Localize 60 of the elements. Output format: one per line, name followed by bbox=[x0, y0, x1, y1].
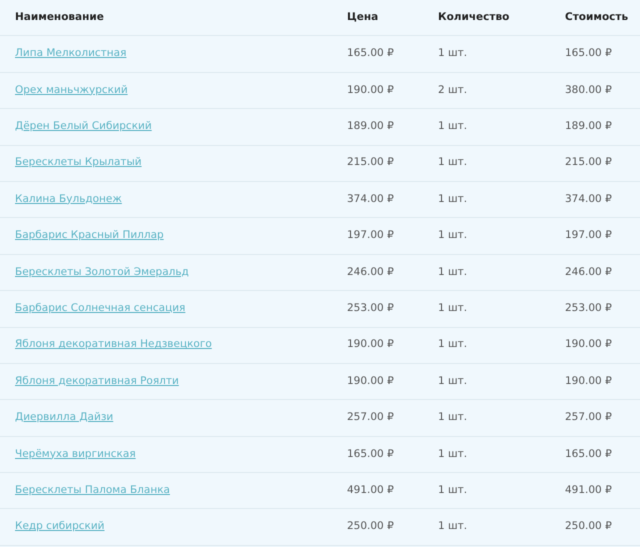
price-cell-text: 197.00 ₽ bbox=[347, 228, 395, 244]
quantity-cell-text: 1 шт. bbox=[438, 519, 468, 534]
price-cell-text: 253.00 ₽ bbox=[347, 300, 395, 316]
price-cell-text: 165.00 ₽ bbox=[347, 46, 395, 62]
product-link[interactable]: Калина Бульдонеж bbox=[15, 192, 122, 208]
price-cell-text: 190.00 ₽ bbox=[347, 374, 395, 389]
product-link[interactable]: Черёмуха виргинская bbox=[15, 446, 136, 462]
cost-cell-text: 190.00 ₽ bbox=[565, 374, 613, 389]
product-link[interactable]: Бересклеты Золотой Эмеральд bbox=[15, 264, 189, 280]
cost-cell-text: 257.00 ₽ bbox=[565, 410, 613, 426]
cost-cell-text: 197.00 ₽ bbox=[565, 228, 613, 244]
product-link[interactable]: Бересклеты Крылатый bbox=[15, 155, 142, 172]
product-link[interactable]: Барбарис Солнечная сенсация bbox=[15, 300, 186, 317]
price-cell-text: 190.00 ₽ bbox=[347, 82, 395, 98]
product-link[interactable]: Орех маньчжурский bbox=[15, 82, 128, 98]
price-cell-text: 189.00 ₽ bbox=[347, 118, 395, 134]
product-link[interactable]: Кедр сибирский bbox=[15, 519, 105, 536]
quantity-cell-text: 1 шт. bbox=[438, 264, 468, 280]
cost-cell-text: 165.00 ₽ bbox=[565, 446, 613, 462]
product-link[interactable]: Бересклеты Палома Бланка bbox=[15, 482, 170, 499]
quantity-cell-text: 1 шт. bbox=[438, 482, 468, 498]
cost-cell-text: 189.00 ₽ bbox=[565, 118, 613, 134]
quantity-cell-text: 1 шт. bbox=[438, 410, 468, 426]
product-link[interactable]: Дёрен Белый Сибирский bbox=[15, 118, 152, 135]
price-cell-text: 190.00 ₽ bbox=[347, 337, 395, 352]
quantity-cell-text: 1 шт. bbox=[438, 446, 468, 462]
cost-cell-text: 165.00 ₽ bbox=[565, 46, 613, 62]
quantity-cell-text: 1 шт. bbox=[438, 337, 468, 352]
quantity-cell-text: 1 шт. bbox=[438, 300, 468, 316]
column-header: Цена bbox=[347, 10, 380, 25]
quantity-cell-text: 1 шт. bbox=[438, 118, 468, 134]
quantity-cell-text: 1 шт. bbox=[438, 155, 468, 170]
product-link[interactable]: Яблоня декоративная Роялти bbox=[15, 374, 179, 390]
price-cell-text: 246.00 ₽ bbox=[347, 264, 395, 280]
cost-cell-text: 374.00 ₽ bbox=[565, 192, 613, 207]
quantity-cell-text: 1 шт. bbox=[438, 228, 468, 244]
price-cell-text: 215.00 ₽ bbox=[347, 155, 395, 170]
cost-cell-text: 250.00 ₽ bbox=[565, 519, 613, 534]
product-link[interactable]: Барбарис Красный Пиллар bbox=[15, 228, 164, 244]
product-link[interactable]: Яблоня декоративная Недзвецкого bbox=[15, 337, 212, 354]
quantity-cell-text: 2 шт. bbox=[438, 82, 468, 98]
quantity-cell-text: 1 шт. bbox=[438, 46, 468, 62]
cost-cell-text: 246.00 ₽ bbox=[565, 264, 613, 280]
product-link[interactable]: Диервилла Дайзи bbox=[15, 410, 114, 426]
column-header: Стоимость bbox=[565, 10, 630, 25]
price-cell-text: 250.00 ₽ bbox=[347, 519, 395, 534]
price-cell-text: 374.00 ₽ bbox=[347, 192, 395, 207]
product-link[interactable]: Липа Мелколистная bbox=[15, 46, 126, 62]
cost-cell-text: 380.00 ₽ bbox=[565, 82, 613, 98]
quantity-cell-text: 1 шт. bbox=[438, 192, 468, 207]
cost-cell-text: 190.00 ₽ bbox=[565, 337, 613, 352]
column-header: Наименование bbox=[15, 10, 105, 25]
price-cell-text: 257.00 ₽ bbox=[347, 410, 395, 426]
cost-cell-text: 253.00 ₽ bbox=[565, 300, 613, 316]
cost-cell-text: 215.00 ₽ bbox=[565, 155, 613, 170]
quantity-cell-text: 1 шт. bbox=[438, 374, 468, 389]
column-header: Количество bbox=[438, 10, 510, 25]
price-cell-text: 491.00 ₽ bbox=[347, 482, 395, 498]
cost-cell-text: 491.00 ₽ bbox=[565, 482, 613, 498]
price-cell-text: 165.00 ₽ bbox=[347, 446, 395, 462]
